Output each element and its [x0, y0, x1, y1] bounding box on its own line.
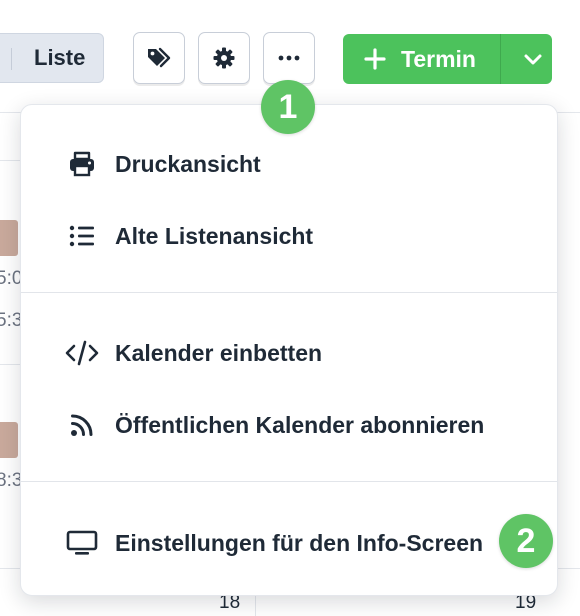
- printer-icon: [65, 148, 99, 180]
- gear-icon: [212, 46, 236, 70]
- more-options-button[interactable]: [263, 32, 315, 84]
- plus-icon: [363, 47, 387, 76]
- menu-item-label: Öffentlichen Kalender abonnieren: [115, 412, 485, 438]
- tags-button[interactable]: [133, 32, 185, 84]
- menu-item-info-screen-settings[interactable]: Einstellungen für den Info-Screen: [21, 515, 557, 571]
- more-options-menu: Druckansicht Alte Listenansicht Kalender…: [20, 104, 558, 596]
- calendar-event-block[interactable]: [0, 422, 18, 458]
- menu-item-label: Kalender einbetten: [115, 340, 323, 366]
- chevron-down-icon[interactable]: [511, 49, 555, 71]
- rss-feed-icon: [65, 409, 99, 441]
- monitor-icon: [65, 527, 99, 559]
- menu-item-print-view[interactable]: Druckansicht: [21, 136, 557, 192]
- menu-item-subscribe-calendar[interactable]: Öffentlichen Kalender abonnieren: [21, 397, 557, 453]
- split-divider: [500, 34, 501, 84]
- menu-item-old-list-view[interactable]: Alte Listenansicht: [21, 208, 557, 264]
- calendar-event-block[interactable]: [0, 220, 18, 256]
- menu-item-embed-calendar[interactable]: Kalender einbetten: [21, 325, 557, 381]
- menu-divider: [21, 481, 557, 482]
- list-view-button[interactable]: Liste: [34, 34, 85, 82]
- step-badge-1: 1: [261, 80, 315, 134]
- menu-divider: [21, 292, 557, 293]
- step-badge-2: 2: [499, 514, 553, 568]
- settings-button[interactable]: [198, 32, 250, 84]
- new-event-label: Termin: [401, 46, 476, 72]
- tags-icon: [146, 46, 172, 70]
- new-event-button[interactable]: Termin: [343, 34, 552, 84]
- view-toggle[interactable]: Liste: [0, 33, 104, 83]
- list-icon: [65, 220, 99, 252]
- menu-item-label: Druckansicht: [115, 151, 261, 177]
- calendar-grid-line: [0, 364, 20, 365]
- code-icon: [65, 337, 99, 369]
- calendar-grid-line: [0, 160, 20, 161]
- ellipsis-icon: [278, 55, 300, 61]
- toggle-divider: [11, 48, 12, 70]
- menu-item-label: Einstellungen für den Info-Screen: [115, 530, 484, 556]
- menu-item-label: Alte Listenansicht: [115, 223, 314, 249]
